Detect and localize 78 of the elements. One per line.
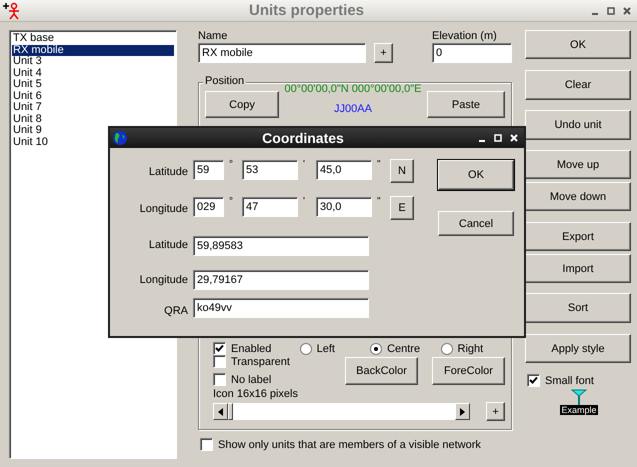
person-icon <box>2 2 22 20</box>
copy-button[interactable]: Copy <box>205 91 279 118</box>
list-item[interactable]: Unit 5 <box>12 79 174 90</box>
minutes-field[interactable]: 47 <box>242 197 298 217</box>
paste-button[interactable]: Paste <box>427 91 505 118</box>
checkbox[interactable] <box>213 355 226 368</box>
side-button[interactable]: Move up <box>525 150 631 179</box>
radio-label: Right <box>458 342 484 354</box>
maximize-icon[interactable] <box>607 6 615 14</box>
radio-button[interactable] <box>440 342 453 354</box>
checkbox-label: Enabled <box>231 342 272 354</box>
side-button[interactable]: Apply style <box>525 334 631 363</box>
elevation-field[interactable]: 0 <box>432 43 512 63</box>
icon-size-label: Icon 16x16 pixels <box>212 388 299 400</box>
group-title: Position <box>203 75 246 87</box>
window-title: Units properties <box>248 2 366 19</box>
unit-symbol: ' <box>303 197 306 207</box>
cancel-button[interactable]: Cancel <box>438 211 514 236</box>
value-field[interactable]: 29,79167 <box>193 270 369 290</box>
side-button[interactable]: OK <box>525 30 631 59</box>
checkbox[interactable] <box>200 438 213 451</box>
back-color-button[interactable]: BackColor <box>345 356 418 384</box>
degrees-field[interactable]: 59 <box>193 160 224 180</box>
hemisphere-button[interactable]: E <box>390 196 414 220</box>
list-item[interactable]: RX mobile <box>12 44 174 56</box>
field-label: Name <box>198 30 228 42</box>
slider-thumb[interactable] <box>228 403 233 420</box>
icon-size-slider[interactable] <box>213 403 470 420</box>
radio-button[interactable] <box>300 342 312 354</box>
unit-symbol: ° <box>229 197 234 207</box>
radio-label: Centre <box>387 342 420 354</box>
unit-symbol: ° <box>229 160 234 170</box>
list-item[interactable]: Unit 6 <box>12 90 174 102</box>
add-button[interactable]: + <box>374 43 393 63</box>
value-field[interactable]: 59,89583 <box>193 236 369 256</box>
checkbox-label: Show only units that are members of a visible network <box>218 438 481 450</box>
fore-color-button[interactable]: ForeColor <box>432 356 505 384</box>
list-item[interactable]: Unit 4 <box>12 68 174 79</box>
left-arrow-icon[interactable] <box>218 408 223 416</box>
unit-symbol: ' <box>303 160 306 170</box>
marker-icon <box>570 389 587 405</box>
right-arrow-icon[interactable] <box>460 408 466 416</box>
ok-button[interactable]: OK <box>438 160 514 190</box>
list-item[interactable]: Unit 3 <box>12 56 174 68</box>
close-icon[interactable] <box>623 6 631 14</box>
list-item[interactable]: TX base <box>12 33 174 44</box>
checkbox[interactable] <box>213 342 226 355</box>
unit-symbol: " <box>377 197 382 207</box>
dialog-title: Coordinates <box>261 130 345 146</box>
value-field[interactable]: ko49vv <box>193 298 369 318</box>
seconds-field[interactable]: 30,0 <box>316 197 372 217</box>
locator-text: JJ00AA <box>334 102 372 114</box>
checkbox-label: Small font <box>545 374 594 386</box>
side-button[interactable]: Move down <box>525 182 631 211</box>
coordinates-text: 00°00'00,0"N 000°00'00,0"E <box>284 82 422 94</box>
list-item[interactable]: Unit 7 <box>12 102 174 114</box>
checkbox[interactable] <box>213 373 226 386</box>
side-button[interactable]: Export <box>525 222 631 251</box>
example-label: Example <box>560 405 598 415</box>
checkbox[interactable] <box>527 374 540 387</box>
name-field[interactable]: RX mobile <box>198 43 366 63</box>
seconds-field[interactable]: 45,0 <box>316 160 372 180</box>
add-button[interactable]: + <box>486 402 505 421</box>
minutes-field[interactable]: 53 <box>242 160 298 180</box>
side-button[interactable]: Clear <box>525 70 631 100</box>
radio-button[interactable] <box>370 342 382 354</box>
list-item[interactable]: Unit 8 <box>12 114 174 125</box>
side-button[interactable]: Undo unit <box>525 110 631 140</box>
checkbox-label: Transparent <box>231 356 290 368</box>
globe-icon <box>112 130 128 146</box>
field-label: Elevation (m) <box>432 30 498 42</box>
side-button[interactable]: Sort <box>525 293 631 323</box>
radio-label: Left <box>316 342 335 354</box>
unit-symbol: " <box>377 160 382 170</box>
checkbox-label: No label <box>231 374 272 386</box>
degrees-field[interactable]: 029 <box>193 197 224 217</box>
hemisphere-button[interactable]: N <box>390 159 414 183</box>
side-button[interactable]: Import <box>525 254 631 283</box>
